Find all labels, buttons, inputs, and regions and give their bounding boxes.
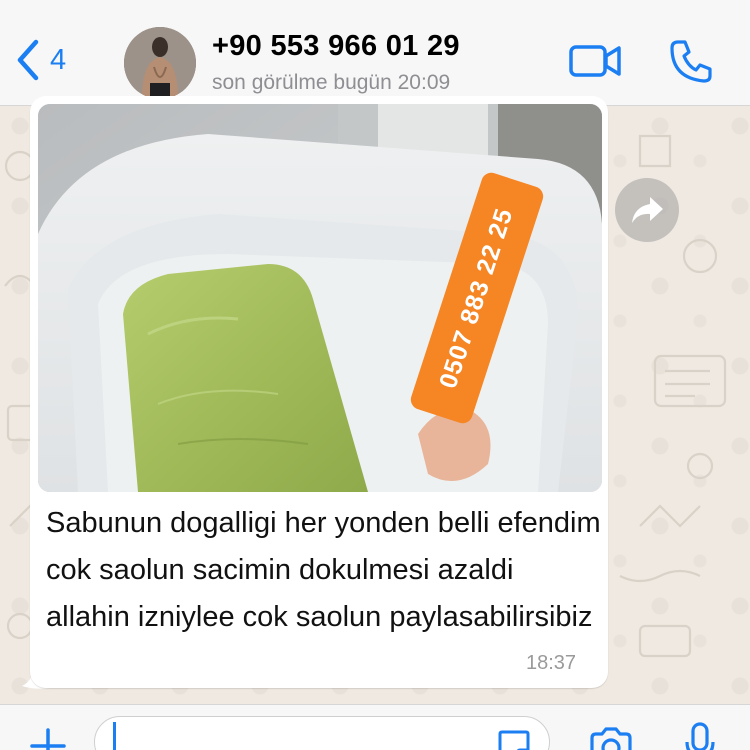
soap-photo — [38, 104, 602, 492]
unread-count: 4 — [50, 43, 67, 76]
avatar[interactable] — [124, 27, 196, 99]
message-image[interactable] — [38, 104, 602, 492]
video-camera-icon[interactable] — [568, 42, 622, 80]
sticker-icon[interactable] — [496, 728, 532, 750]
plus-icon[interactable] — [28, 726, 68, 750]
forward-arrow-icon — [632, 197, 663, 223]
forward-button[interactable] — [615, 178, 679, 242]
message-time: 18:37 — [526, 652, 577, 674]
text-cursor — [113, 722, 116, 750]
chevron-left-icon — [17, 39, 39, 81]
back-button[interactable]: 4 — [14, 38, 66, 82]
contact-name[interactable]: +90 553 966 01 29 — [212, 30, 460, 63]
avatar-photo — [124, 27, 196, 99]
last-seen-status: son görülme bugün 20:09 — [212, 71, 451, 94]
camera-icon[interactable] — [588, 726, 634, 750]
phone-icon[interactable] — [668, 38, 714, 84]
message-input[interactable] — [94, 716, 550, 750]
message-text: Sabunun dogalligi her yonden belli efend… — [46, 507, 601, 633]
microphone-icon[interactable] — [684, 722, 716, 750]
